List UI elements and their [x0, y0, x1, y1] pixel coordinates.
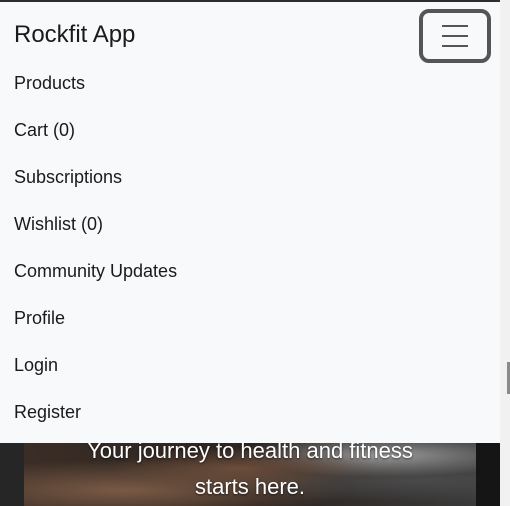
hero-tagline-line1: Your journey to health and fitness: [87, 443, 413, 463]
hero-section: Your journey to health and fitness start…: [0, 443, 500, 506]
brand-link[interactable]: Rockfit App: [14, 21, 135, 49]
nav-item-login[interactable]: Login: [0, 342, 500, 389]
hero-edge: [476, 443, 500, 506]
hero-tagline: Your journey to health and fitness start…: [24, 443, 476, 505]
navbar: Rockfit App Products Cart (0) Subscripti…: [0, 0, 500, 443]
nav-item-wishlist[interactable]: Wishlist (0): [0, 201, 500, 248]
nav-item-community-updates[interactable]: Community Updates: [0, 248, 500, 295]
page-scrollbar[interactable]: [500, 0, 510, 506]
hero-tagline-line2: starts here.: [194, 474, 306, 499]
menu-toggle-button[interactable]: [419, 9, 491, 63]
nav-menu: Products Cart (0) Subscriptions Wishlist…: [0, 60, 500, 436]
nav-item-cart[interactable]: Cart (0): [0, 107, 500, 154]
nav-item-subscriptions[interactable]: Subscriptions: [0, 154, 500, 201]
nav-item-profile[interactable]: Profile: [0, 295, 500, 342]
nav-item-products[interactable]: Products: [0, 60, 500, 107]
nav-item-register[interactable]: Register: [0, 389, 500, 436]
